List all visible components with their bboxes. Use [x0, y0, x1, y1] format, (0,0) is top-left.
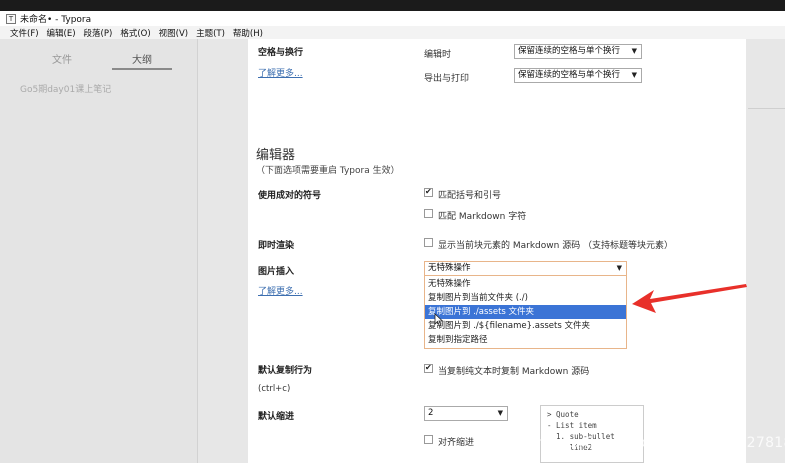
editor-heading: 编辑器 [256, 148, 296, 163]
menu-paragraph[interactable]: 段落(P) [84, 27, 113, 39]
tab-outline[interactable]: 大纲 [132, 51, 152, 66]
align-indent-checkbox[interactable] [424, 435, 433, 444]
pair-markdown-text: 匹配 Markdown 字符 [438, 212, 527, 222]
divider-line [748, 108, 785, 109]
whitespace-learn-more-link[interactable]: 了解更多... [258, 66, 303, 79]
chevron-down-icon: ▼ [616, 264, 622, 272]
menu-bar: 文件(F) 编辑(E) 段落(P) 格式(O) 视图(V) 主题(T) 帮助(H… [0, 26, 785, 39]
menu-view[interactable]: 视图(V) [159, 27, 188, 39]
export-label: 导出与打印 [424, 74, 470, 84]
sidebar: 文件 大纲 Go5期day01课上笔记 [0, 39, 198, 463]
outline-item[interactable]: Go5期day01课上笔记 [20, 82, 111, 95]
live-render-checkbox[interactable] [424, 238, 433, 247]
window-title: 未命名• - Typora [20, 15, 92, 25]
indent-value: 2 [428, 408, 434, 418]
chevron-down-icon: ▼ [631, 47, 637, 55]
red-annotation-arrow-icon [632, 284, 747, 313]
menu-help[interactable]: 帮助(H) [233, 27, 263, 39]
tab-files[interactable]: 文件 [52, 51, 72, 66]
active-tab-indicator [112, 68, 172, 70]
chevron-down-icon: ▼ [631, 71, 637, 79]
indent-label: 默认缩进 [258, 412, 295, 422]
image-option-assets-folder[interactable]: 复制图片到 ./assets 文件夹 [425, 305, 626, 319]
image-learn-more-link[interactable]: 了解更多... [258, 284, 303, 297]
menu-theme[interactable]: 主题(T) [196, 27, 225, 39]
indent-preview-box: > Quote - List item 1. sub-bullet line2 [540, 405, 644, 463]
image-insert-select[interactable]: 无特殊操作 ▼ [424, 261, 627, 276]
editing-whitespace-select[interactable]: 保留连续的空格与单个换行 ▼ [514, 44, 642, 59]
pair-symbols-label: 使用成对的符号 [258, 191, 322, 201]
editor-restart-note: （下面选项需要重启 Typora 生效） [256, 166, 400, 176]
pair-markdown-checkbox[interactable] [424, 209, 433, 218]
typora-app-icon: T [6, 13, 16, 24]
sidebar-tabs: 文件 大纲 [30, 51, 180, 71]
editing-label: 编辑时 [424, 50, 452, 60]
pair-brackets-checkbox[interactable] [424, 187, 433, 197]
pair-brackets-text: 匹配括号和引号 [438, 191, 502, 201]
title-bar: T 未命名• - Typora [0, 11, 785, 26]
align-indent-text: 对齐缩进 [438, 438, 475, 448]
export-whitespace-value: 保留连续的空格与单个换行 [518, 70, 621, 80]
image-insert-value: 无特殊操作 [428, 263, 471, 273]
preview-line: - List item [547, 421, 597, 430]
preview-line: > Quote [547, 410, 579, 419]
whitespace-heading: 空格与换行 [258, 48, 304, 58]
mouse-cursor-icon [434, 313, 444, 327]
indent-select[interactable]: 2 ▼ [424, 406, 508, 421]
copy-shortcut-hint: (ctrl+c) [258, 384, 291, 394]
image-insert-label: 图片插入 [258, 267, 295, 277]
chevron-down-icon: ▼ [497, 409, 503, 417]
menu-file[interactable]: 文件(F) [10, 27, 39, 39]
menu-format[interactable]: 格式(O) [120, 27, 150, 39]
image-insert-dropdown-list: 无特殊操作 复制图片到当前文件夹 (./) 复制图片到 ./assets 文件夹… [424, 275, 627, 349]
live-render-text: 显示当前块元素的 Markdown 源码 （支持标题等块元素） [438, 241, 674, 251]
editing-whitespace-value: 保留连续的空格与单个换行 [518, 46, 621, 56]
image-option-filename-assets[interactable]: 复制图片到 ./${filename}.assets 文件夹 [425, 319, 626, 333]
menu-edit[interactable]: 编辑(E) [47, 27, 76, 39]
csdn-watermark: https://blog.csdn.net/qq_42227818 [537, 435, 785, 451]
copy-markdown-checkbox[interactable] [424, 363, 433, 373]
copy-markdown-text: 当复制纯文本时复制 Markdown 源码 [438, 367, 590, 377]
image-option-current-folder[interactable]: 复制图片到当前文件夹 (./) [425, 291, 626, 305]
export-whitespace-select[interactable]: 保留连续的空格与单个换行 ▼ [514, 68, 642, 83]
live-render-label: 即时渲染 [258, 241, 295, 251]
image-option-none[interactable]: 无特殊操作 [425, 277, 626, 291]
copy-behavior-label: 默认复制行为 [258, 366, 313, 376]
screen-top-edge [0, 0, 785, 11]
image-option-custom-path[interactable]: 复制到指定路径 [425, 333, 626, 347]
preferences-panel: 空格与换行 了解更多... 编辑时 保留连续的空格与单个换行 ▼ 导出与打印 保… [248, 39, 746, 463]
